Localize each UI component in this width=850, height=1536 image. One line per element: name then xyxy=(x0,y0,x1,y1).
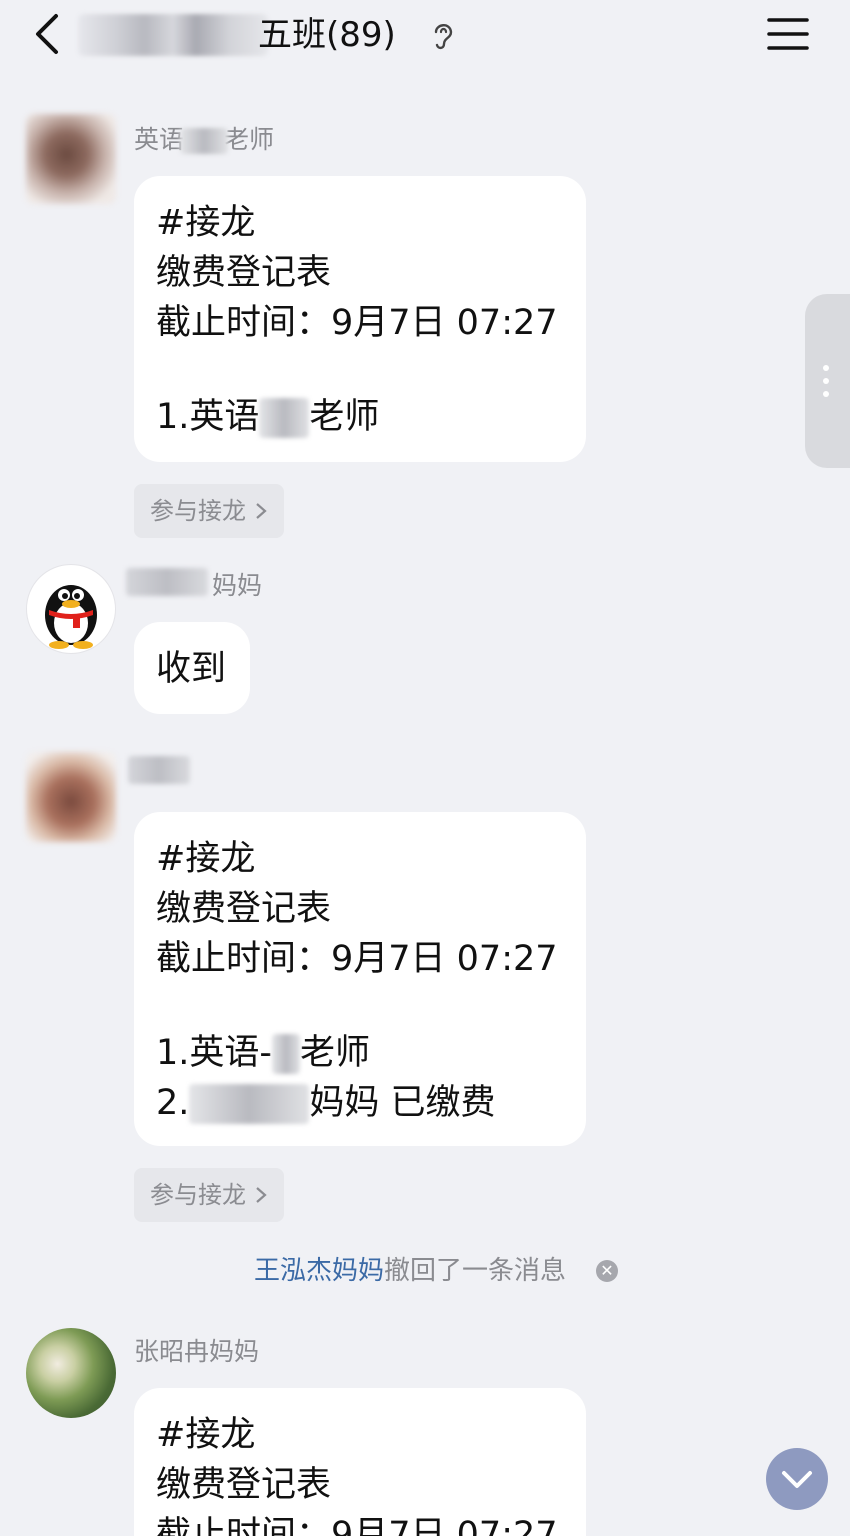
penguin-avatar-icon xyxy=(45,585,97,649)
ear-icon xyxy=(434,24,453,50)
close-icon[interactable]: ✕ xyxy=(596,1260,618,1282)
chevron-left-icon[interactable] xyxy=(28,10,68,58)
group-title[interactable]: 五班(89) xyxy=(258,12,396,58)
chat-header: 五班(89) xyxy=(0,0,850,72)
avatar[interactable] xyxy=(26,1328,116,1418)
message-bubble[interactable]: 收到 xyxy=(134,622,250,714)
name-redacted xyxy=(259,398,310,438)
side-drawer-handle[interactable] xyxy=(805,294,850,468)
sender-name: 张昭冉妈妈 xyxy=(134,1337,260,1366)
recall-notice: 王泓杰妈妈撤回了一条消息 xyxy=(254,1256,567,1286)
chevron-down-icon xyxy=(782,1471,812,1488)
sender-name: 妈妈 xyxy=(212,571,263,600)
avatar[interactable] xyxy=(26,114,116,204)
chevron-right-icon xyxy=(255,503,267,519)
avatar[interactable] xyxy=(26,752,116,842)
jielong-entry: 2. 妈妈 已缴费 xyxy=(156,1083,496,1124)
jielong-entry: 1.英语 老师 xyxy=(156,397,380,438)
jielong-entry: 1.英语- 老师 xyxy=(156,1033,371,1074)
group-name-redacted xyxy=(78,14,268,56)
recall-user-link[interactable]: 王泓杰妈妈 xyxy=(254,1256,384,1286)
scroll-to-bottom-button[interactable] xyxy=(766,1448,828,1510)
name-redacted xyxy=(180,128,229,154)
message-bubble[interactable]: #接龙 缴费登记表 截止时间：9月7日 07:27 1.英语- 老师 2. 妈妈 已… xyxy=(134,812,586,1146)
message-bubble[interactable]: #接龙 缴费登记表 截止时间：9月7日 07:27 xyxy=(134,1388,586,1536)
hamburger-menu-icon[interactable] xyxy=(766,14,810,54)
name-redacted xyxy=(128,756,190,784)
join-jielong-button[interactable]: 参与接龙 xyxy=(134,484,284,538)
chevron-right-icon xyxy=(255,1187,267,1203)
sender-name: 英语 老师 xyxy=(134,125,275,154)
more-dots-icon xyxy=(823,365,829,397)
name-redacted xyxy=(272,1034,301,1074)
join-jielong-button[interactable]: 参与接龙 xyxy=(134,1168,284,1222)
name-redacted xyxy=(126,568,208,596)
message-bubble[interactable]: #接龙 缴费登记表 截止时间：9月7日 07:27 1.英语 老师 xyxy=(134,176,586,462)
avatar[interactable] xyxy=(26,564,116,654)
name-redacted xyxy=(189,1084,310,1124)
